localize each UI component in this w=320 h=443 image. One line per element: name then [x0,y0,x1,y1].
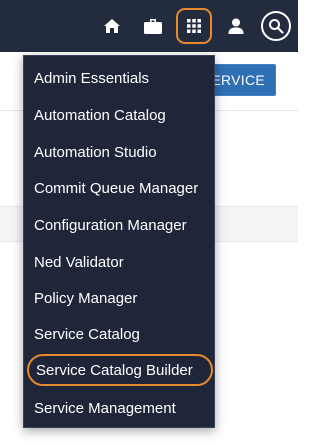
magnifier-glyph [269,19,284,34]
add-service-button-label: ERVICE [211,72,265,88]
menu-item-configuration-manager[interactable]: Configuration Manager [24,207,216,243]
search-icon[interactable] [258,8,294,44]
menu-item-label: Automation Studio [34,143,157,161]
home-icon-glyph [104,19,120,33]
add-service-button[interactable]: ERVICE [206,64,276,96]
menu-item-label: Automation Catalog [34,106,166,124]
menu-item-label: Commit Queue Manager [34,179,199,197]
menu-item-policy-manager[interactable]: Policy Manager [24,280,216,316]
search-icon-ring [261,11,291,41]
menu-item-service-catalog-builder[interactable]: Service Catalog Builder [27,354,213,386]
menu-item-label: Service Catalog Builder [36,361,193,379]
menu-item-label: Configuration Manager [34,216,187,234]
menu-item-automation-catalog[interactable]: Automation Catalog [24,97,216,133]
menu-item-service-management[interactable]: Service Management [24,390,216,426]
user-icon[interactable] [218,8,254,44]
menu-item-label: Ned Validator [34,253,124,271]
menu-item-label: Service Management [34,399,176,417]
briefcase-icon[interactable] [135,8,171,44]
menu-item-automation-studio[interactable]: Automation Studio [24,134,216,170]
menu-item-service-catalog[interactable]: Service Catalog [24,316,216,352]
home-icon[interactable] [94,8,130,44]
menu-item-admin-essentials[interactable]: Admin Essentials [24,60,216,96]
menu-item-commit-queue-manager[interactable]: Commit Queue Manager [24,170,216,206]
user-icon-glyph [228,18,244,34]
briefcase-icon-glyph [144,19,162,34]
menu-item-label: Service Catalog [34,325,140,343]
menu-item-ned-validator[interactable]: Ned Validator [24,244,216,280]
apps-grid-icon[interactable] [176,8,212,44]
menu-item-label: Admin Essentials [34,69,150,87]
app-switcher-menu: Admin Essentials Automation Catalog Auto… [23,55,215,428]
menu-item-label: Policy Manager [34,289,138,307]
top-navigation-bar [0,0,298,52]
apps-grid-glyph [187,19,201,33]
